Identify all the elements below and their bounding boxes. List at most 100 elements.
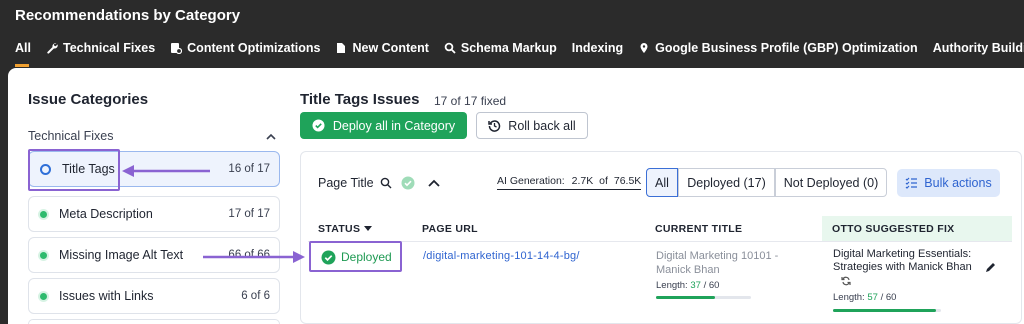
tab-label: Content Optimizations <box>187 41 321 55</box>
segment-label: All <box>655 175 669 190</box>
deploy-all-button[interactable]: Deploy all in Category <box>300 112 467 139</box>
ai-generation-of: of <box>599 175 608 187</box>
length-bar-fill <box>833 309 936 312</box>
sort-down-icon <box>364 226 373 231</box>
chevron-up-icon <box>266 133 276 140</box>
current-title-text: Digital Marketing 10101 - Manick Bhan <box>656 250 779 276</box>
annotation-highlight-box <box>309 241 402 272</box>
otto-title-length-bar <box>833 309 941 312</box>
otto-title-length: Length: 57 / 60 <box>833 291 1003 304</box>
current-title-length: Length: 37 / 60 <box>656 279 806 293</box>
issues-fixed-count: 17 of 17 fixed <box>434 94 507 108</box>
filter-segment-deployed[interactable]: Deployed (17) <box>678 168 775 197</box>
page-url-link[interactable]: /digital-marketing-101-14-4-bg/ <box>423 250 580 262</box>
segment-label: Deployed (17) <box>687 175 766 190</box>
ai-generation-usage: AI Generation: 2.7K of 76.5K <box>497 175 642 190</box>
length-label: Length: <box>833 292 865 303</box>
section-label: Technical Fixes <box>28 129 114 143</box>
filter-segment-all[interactable]: All <box>646 168 678 197</box>
top-bar: Recommendations by Category All Technica… <box>0 0 1024 67</box>
filter-label: Page Title <box>318 176 374 190</box>
issues-title: Title Tags Issues <box>300 91 420 108</box>
rollback-all-button[interactable]: Roll back all <box>476 112 588 139</box>
sidebar-item-label: Meta Description <box>59 207 153 221</box>
length-bar-fill <box>656 296 715 299</box>
tab-label: Google Business Profile (GBP) Optimizati… <box>655 41 918 55</box>
tab-indexing[interactable]: Indexing <box>572 40 623 56</box>
sidebar-item-count: 17 of 17 <box>228 208 270 220</box>
column-header-current-title: CURRENT TITLE <box>645 216 820 242</box>
tab-label: New Content <box>352 41 429 55</box>
ai-generation-label: AI Generation: <box>497 175 565 187</box>
tab-gbp-optimization[interactable]: Google Business Profile (GBP) Optimizati… <box>638 40 918 56</box>
current-title-cell: Digital Marketing 10101 - Manick Bhan Le… <box>656 249 806 293</box>
tab-schema-markup[interactable]: Schema Markup <box>444 40 557 56</box>
pin-icon <box>640 43 648 53</box>
tab-technical-fixes[interactable]: Technical Fixes <box>46 40 155 56</box>
undo-clock-icon <box>488 120 501 132</box>
tab-content-optimizations[interactable]: Content Optimizations <box>170 40 320 56</box>
search-icon[interactable] <box>380 177 392 189</box>
tab-label: Schema Markup <box>460 41 557 55</box>
check-circle-icon <box>401 176 415 190</box>
filter-segment-not-deployed[interactable]: Not Deployed (0) <box>775 168 887 197</box>
wrench-icon <box>47 43 58 54</box>
header-label: STATUS <box>318 223 361 235</box>
sidebar-section-technical-fixes[interactable]: Technical Fixes <box>28 129 280 143</box>
column-header-otto-fix: OTTO SUGGESTED FIX <box>822 216 1012 242</box>
status-dot-icon <box>40 251 47 259</box>
length-value: 57 <box>867 292 878 303</box>
deploy-all-label: Deploy all in Category <box>332 118 456 133</box>
header-label: CURRENT TITLE <box>655 223 743 235</box>
sidebar-item-meta-description[interactable]: Meta Description 17 of 17 <box>28 196 280 232</box>
sidebar-item-issues-with-links[interactable]: Issues with Links 6 of 6 <box>28 278 280 314</box>
otto-title-text: Digital Marketing Essentials: Strategies… <box>833 248 972 273</box>
tab-all[interactable]: All <box>15 40 31 56</box>
category-tabs: All Technical Fixes Content Optimization… <box>15 40 1024 56</box>
status-dot-icon <box>40 210 47 218</box>
tab-label: Authority Building (Hyp <box>932 41 1024 55</box>
pencil-icon[interactable] <box>985 262 996 273</box>
sidebar-item-count: 16 of 17 <box>228 163 270 175</box>
tab-new-content[interactable]: New Content <box>335 40 429 56</box>
tab-label: Indexing <box>571 41 624 55</box>
ai-generation-value: 2.7K <box>571 175 594 187</box>
length-max: / 60 <box>703 280 720 291</box>
chevron-up-icon[interactable] <box>427 177 441 189</box>
refresh-icon[interactable] <box>841 276 851 286</box>
sidebar-title: Issue Categories <box>28 91 149 108</box>
ai-generation-total: 76.5K <box>613 175 642 187</box>
length-value: 37 <box>690 280 701 291</box>
header-label: OTTO SUGGESTED FIX <box>832 223 955 235</box>
list-check-icon <box>905 177 918 189</box>
sidebar-item-label: Issues with Links <box>59 289 154 303</box>
annotation-arrow-icon <box>203 251 305 263</box>
file-icon <box>337 43 346 53</box>
length-label: Length: <box>656 280 688 291</box>
status-dot-icon <box>40 292 47 300</box>
column-header-status[interactable]: STATUS <box>308 216 408 242</box>
annotation-arrow-icon <box>122 165 210 177</box>
page-title-filter[interactable]: Page Title <box>318 176 374 190</box>
rollback-all-label: Roll back all <box>508 118 576 133</box>
row-divider <box>308 241 1012 242</box>
current-title-length-bar <box>656 296 751 299</box>
search-icon <box>444 42 456 54</box>
column-header-page-url: PAGE URL <box>413 216 643 242</box>
tab-label: All <box>15 41 31 55</box>
check-circle-icon <box>312 119 325 132</box>
tab-label: Technical Fixes <box>62 41 156 55</box>
active-tab-indicator <box>15 64 29 67</box>
page-title: Recommendations by Category <box>15 7 241 24</box>
sidebar-item-count: 6 of 6 <box>241 290 270 302</box>
annotation-highlight-box <box>28 149 120 191</box>
bulk-actions-button[interactable]: Bulk actions <box>897 169 1000 197</box>
bulk-actions-label: Bulk actions <box>924 176 992 190</box>
content-icon <box>171 43 183 54</box>
segment-label: Not Deployed (0) <box>783 175 879 190</box>
sidebar-item-next[interactable] <box>28 319 280 324</box>
header-label: PAGE URL <box>422 223 478 235</box>
otto-fix-cell: Digital Marketing Essentials: Strategies… <box>833 248 1003 304</box>
length-max: / 60 <box>880 292 897 303</box>
tab-authority-building[interactable]: Authority Building (Hyp <box>933 40 1024 56</box>
